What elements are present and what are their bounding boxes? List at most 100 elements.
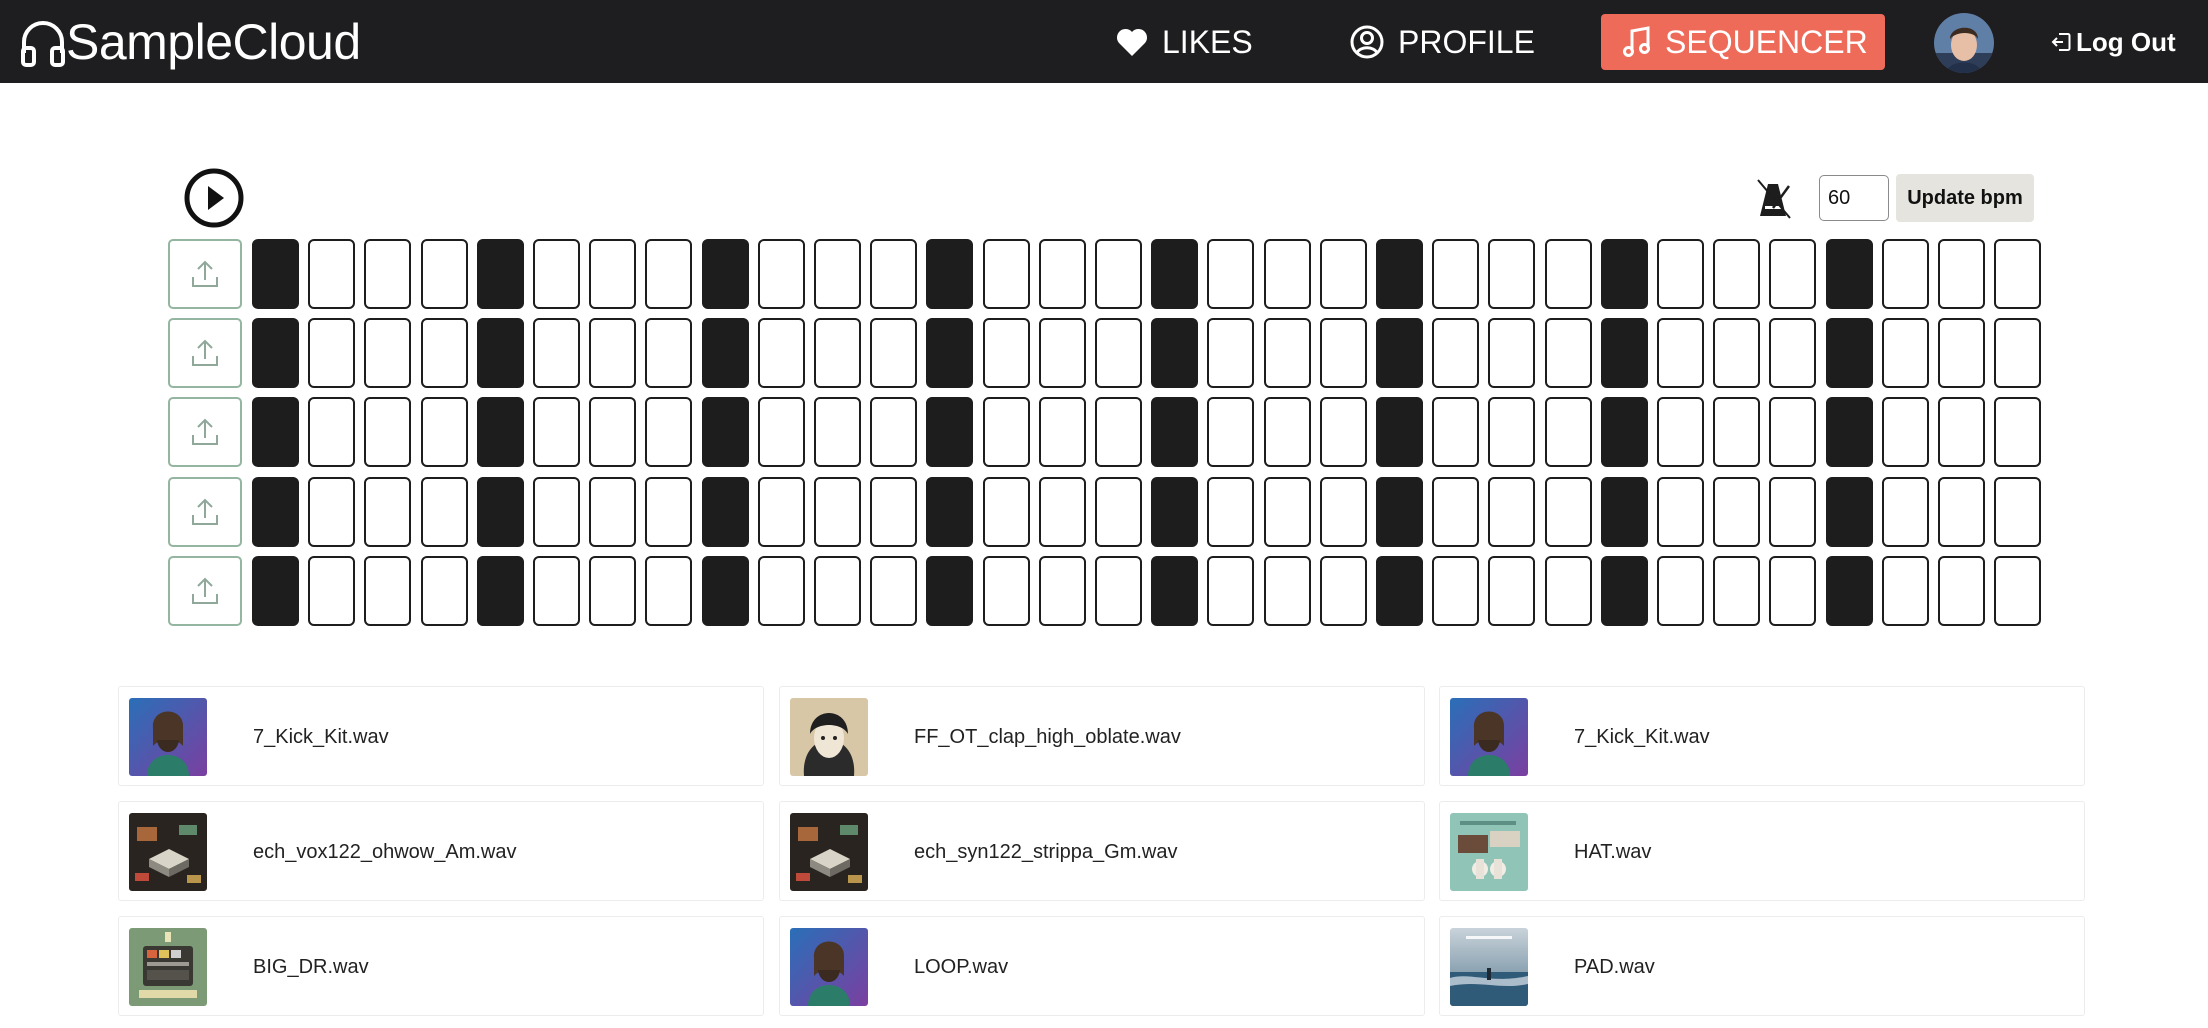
step-toggle[interactable] [983, 397, 1030, 467]
step-toggle[interactable] [870, 239, 917, 309]
step-toggle[interactable] [702, 239, 749, 309]
upload-sample-button[interactable] [168, 477, 242, 547]
step-toggle[interactable] [926, 477, 973, 547]
step-toggle[interactable] [477, 318, 524, 388]
step-toggle[interactable] [1713, 318, 1760, 388]
step-toggle[interactable] [702, 556, 749, 626]
step-toggle[interactable] [421, 239, 468, 309]
step-toggle[interactable] [1432, 318, 1479, 388]
step-toggle[interactable] [983, 318, 1030, 388]
step-toggle[interactable] [1320, 239, 1367, 309]
step-toggle[interactable] [1994, 556, 2041, 626]
step-toggle[interactable] [814, 397, 861, 467]
step-toggle[interactable] [1039, 397, 1086, 467]
step-toggle[interactable] [1769, 556, 1816, 626]
step-toggle[interactable] [1994, 239, 2041, 309]
step-toggle[interactable] [308, 239, 355, 309]
step-toggle[interactable] [1095, 239, 1142, 309]
nav-sequencer[interactable]: SEQUENCER [1601, 14, 1885, 70]
step-toggle[interactable] [1095, 397, 1142, 467]
step-toggle[interactable] [364, 397, 411, 467]
sample-card[interactable]: 7_Kick_Kit.wav [118, 686, 764, 786]
step-toggle[interactable] [533, 318, 580, 388]
step-toggle[interactable] [1769, 318, 1816, 388]
step-toggle[interactable] [1207, 239, 1254, 309]
step-toggle[interactable] [1095, 556, 1142, 626]
update-bpm-button[interactable]: Update bpm [1896, 174, 2034, 222]
step-toggle[interactable] [870, 318, 917, 388]
step-toggle[interactable] [645, 239, 692, 309]
sample-card[interactable]: 7_Kick_Kit.wav [1439, 686, 2085, 786]
step-toggle[interactable] [1769, 239, 1816, 309]
step-toggle[interactable] [477, 556, 524, 626]
step-toggle[interactable] [364, 239, 411, 309]
step-toggle[interactable] [589, 397, 636, 467]
step-toggle[interactable] [870, 477, 917, 547]
step-toggle[interactable] [1657, 318, 1704, 388]
step-toggle[interactable] [814, 318, 861, 388]
step-toggle[interactable] [1545, 477, 1592, 547]
step-toggle[interactable] [1264, 477, 1311, 547]
step-toggle[interactable] [421, 556, 468, 626]
step-toggle[interactable] [1882, 318, 1929, 388]
step-toggle[interactable] [1938, 397, 1985, 467]
step-toggle[interactable] [252, 556, 299, 626]
step-toggle[interactable] [1826, 397, 1873, 467]
step-toggle[interactable] [1376, 239, 1423, 309]
step-toggle[interactable] [1432, 239, 1479, 309]
nav-profile[interactable]: PROFILE [1350, 16, 1535, 68]
step-toggle[interactable] [1376, 556, 1423, 626]
step-toggle[interactable] [702, 397, 749, 467]
step-toggle[interactable] [1264, 318, 1311, 388]
step-toggle[interactable] [1320, 397, 1367, 467]
step-toggle[interactable] [252, 397, 299, 467]
step-toggle[interactable] [1657, 477, 1704, 547]
step-toggle[interactable] [1320, 556, 1367, 626]
step-toggle[interactable] [308, 397, 355, 467]
step-toggle[interactable] [1713, 397, 1760, 467]
sample-card[interactable]: ech_syn122_strippa_Gm.wav [779, 801, 1425, 901]
step-toggle[interactable] [1376, 477, 1423, 547]
step-toggle[interactable] [308, 318, 355, 388]
step-toggle[interactable] [364, 318, 411, 388]
step-toggle[interactable] [1320, 477, 1367, 547]
step-toggle[interactable] [645, 318, 692, 388]
step-toggle[interactable] [1994, 397, 2041, 467]
step-toggle[interactable] [1713, 477, 1760, 547]
sample-card[interactable]: PAD.wav [1439, 916, 2085, 1016]
nav-likes[interactable]: LIKES [1116, 16, 1253, 68]
step-toggle[interactable] [1769, 397, 1816, 467]
step-toggle[interactable] [645, 477, 692, 547]
step-toggle[interactable] [1039, 318, 1086, 388]
step-toggle[interactable] [926, 397, 973, 467]
step-toggle[interactable] [421, 318, 468, 388]
upload-sample-button[interactable] [168, 556, 242, 626]
step-toggle[interactable] [1488, 556, 1535, 626]
step-toggle[interactable] [1994, 318, 2041, 388]
upload-sample-button[interactable] [168, 239, 242, 309]
step-toggle[interactable] [477, 239, 524, 309]
step-toggle[interactable] [814, 239, 861, 309]
step-toggle[interactable] [983, 239, 1030, 309]
step-toggle[interactable] [1488, 318, 1535, 388]
step-toggle[interactable] [1601, 239, 1648, 309]
sample-card[interactable]: LOOP.wav [779, 916, 1425, 1016]
step-toggle[interactable] [1938, 239, 1985, 309]
step-toggle[interactable] [1207, 477, 1254, 547]
step-toggle[interactable] [1882, 556, 1929, 626]
step-toggle[interactable] [533, 397, 580, 467]
step-toggle[interactable] [364, 477, 411, 547]
sample-card[interactable]: ech_vox122_ohwow_Am.wav [118, 801, 764, 901]
step-toggle[interactable] [1039, 239, 1086, 309]
step-toggle[interactable] [252, 239, 299, 309]
step-toggle[interactable] [1488, 477, 1535, 547]
step-toggle[interactable] [1151, 318, 1198, 388]
step-toggle[interactable] [533, 477, 580, 547]
step-toggle[interactable] [1264, 239, 1311, 309]
step-toggle[interactable] [1713, 239, 1760, 309]
step-toggle[interactable] [870, 556, 917, 626]
step-toggle[interactable] [1545, 239, 1592, 309]
step-toggle[interactable] [1151, 397, 1198, 467]
step-toggle[interactable] [1545, 318, 1592, 388]
step-toggle[interactable] [814, 477, 861, 547]
